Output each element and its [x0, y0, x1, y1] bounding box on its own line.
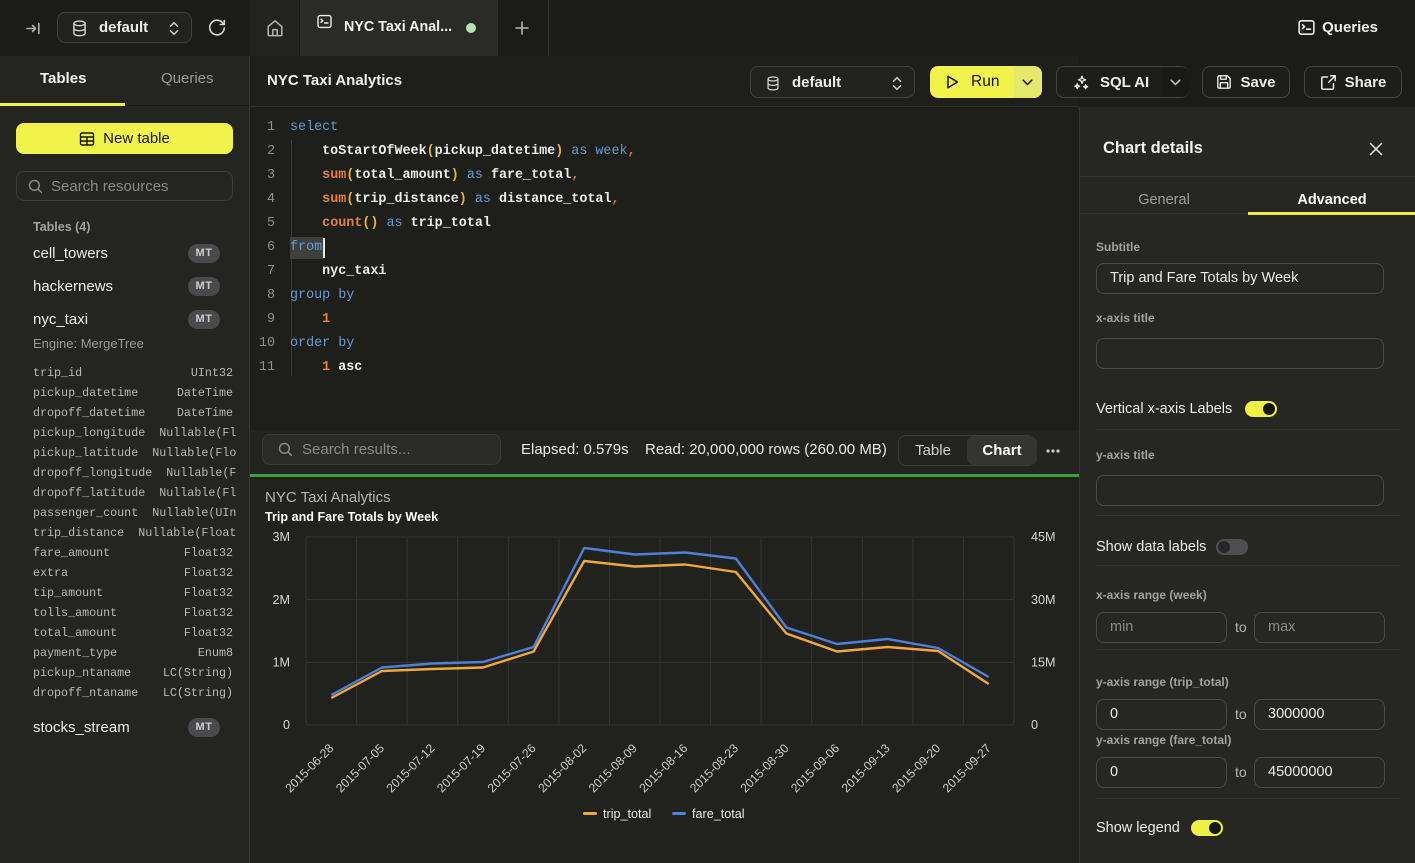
svg-text:30M: 30M [1031, 593, 1056, 607]
svg-text:fare_total: fare_total [692, 807, 745, 821]
svg-text:2015-09-06: 2015-09-06 [788, 741, 842, 795]
svg-text:1M: 1M [273, 656, 291, 670]
svg-text:2M: 2M [273, 593, 291, 607]
svg-text:3M: 3M [273, 530, 291, 544]
svg-text:15M: 15M [1031, 656, 1056, 670]
svg-text:2015-08-02: 2015-08-02 [535, 741, 589, 795]
svg-text:45M: 45M [1031, 530, 1056, 544]
svg-text:2015-09-20: 2015-09-20 [889, 741, 943, 795]
svg-text:2015-08-30: 2015-08-30 [738, 741, 792, 795]
svg-text:trip_total: trip_total [603, 807, 651, 821]
svg-text:2015-08-23: 2015-08-23 [687, 741, 741, 795]
svg-text:2015-07-12: 2015-07-12 [384, 741, 438, 795]
svg-text:2015-08-09: 2015-08-09 [586, 741, 640, 795]
svg-text:2015-08-16: 2015-08-16 [636, 741, 690, 795]
svg-text:2015-07-19: 2015-07-19 [434, 741, 488, 795]
svg-text:2015-06-28: 2015-06-28 [282, 741, 336, 795]
svg-text:0: 0 [283, 718, 290, 732]
svg-text:NYC Taxi Analytics: NYC Taxi Analytics [265, 489, 391, 506]
svg-text:0: 0 [1031, 718, 1038, 732]
svg-text:2015-09-27: 2015-09-27 [940, 741, 994, 795]
svg-text:2015-07-26: 2015-07-26 [485, 741, 539, 795]
svg-text:2015-09-13: 2015-09-13 [839, 741, 893, 795]
svg-text:Trip and Fare Totals by Week: Trip and Fare Totals by Week [265, 510, 439, 524]
svg-text:2015-07-05: 2015-07-05 [333, 741, 387, 795]
